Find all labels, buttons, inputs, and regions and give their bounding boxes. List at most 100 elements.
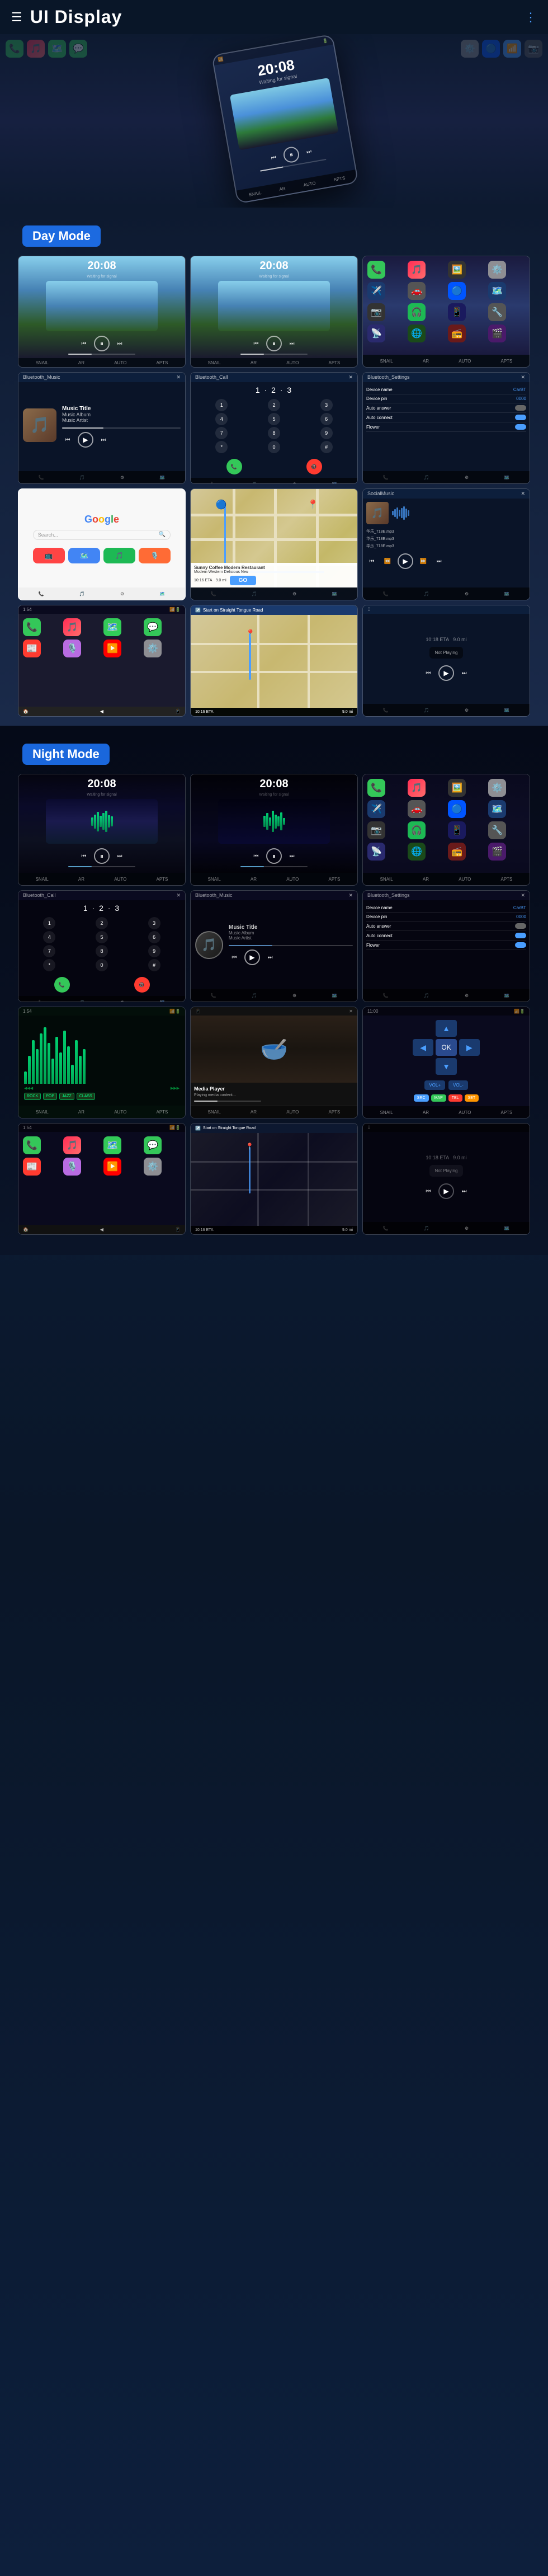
hamburger-icon[interactable]: ☰ [11, 10, 22, 25]
np-prev[interactable]: ⏮ [423, 667, 434, 679]
cp-maps[interactable]: 🗺️ [103, 618, 121, 636]
social-next[interactable]: ⏭ [433, 556, 445, 567]
dial-7[interactable]: 7 [215, 427, 228, 439]
arrow-up[interactable]: ▲ [436, 1020, 456, 1037]
green-btn-1[interactable]: ROCK [24, 1093, 41, 1100]
dial-hash[interactable]: # [320, 441, 333, 453]
play-pause-icon[interactable]: ⏸ [282, 145, 300, 163]
prev-btn-2[interactable]: ⏮ [251, 338, 262, 349]
next-btn-1[interactable]: ⏭ [114, 338, 125, 349]
nav-dots-icon[interactable]: ⋮ [525, 10, 537, 25]
night-dial-1[interactable]: 1 [43, 917, 55, 929]
app-cam[interactable]: 📷 [367, 303, 385, 321]
night-app-1[interactable]: 📱 [448, 821, 466, 839]
night-bt-play[interactable]: ▶ [244, 949, 260, 965]
auto-answer-toggle[interactable] [515, 405, 526, 411]
dial-8[interactable]: 8 [268, 427, 280, 439]
app-nav[interactable]: 🗺️ [488, 282, 506, 300]
green-btn-3[interactable]: JAZZ [59, 1093, 74, 1100]
call-accept-btn[interactable]: 📞 [226, 459, 242, 474]
cp-phone[interactable]: 📞 [23, 618, 41, 636]
night-app-music[interactable]: 🎵 [408, 779, 426, 797]
night-bt-prev[interactable]: ⏮ [229, 952, 240, 963]
app-phone[interactable]: 📞 [367, 261, 385, 279]
color-btn-red[interactable]: TEL [448, 1094, 462, 1102]
night-app-bt[interactable]: 🔵 [448, 800, 466, 818]
google-app-3[interactable]: 🎵 [103, 548, 135, 563]
night-dial-4[interactable]: 4 [43, 931, 55, 943]
night-dial-8[interactable]: 8 [96, 945, 108, 957]
color-btn-blue[interactable]: SRC [414, 1094, 429, 1102]
night-app-5[interactable]: 📻 [448, 843, 466, 861]
night-cp-podcast[interactable]: 🎙️ [63, 1158, 81, 1176]
social-file-2[interactable]: 华乐_718E.mp3 [366, 536, 526, 542]
bt-music-close[interactable]: ✕ [176, 374, 181, 380]
night-app-car[interactable]: 🚗 [408, 800, 426, 818]
arrow-right[interactable]: ▶ [459, 1039, 480, 1056]
app-music[interactable]: 🎵 [408, 261, 426, 279]
app-app5[interactable]: 📻 [448, 325, 466, 342]
night-app-settings[interactable]: ⚙️ [488, 779, 506, 797]
night-dial-5[interactable]: 5 [96, 931, 108, 943]
google-app-4[interactable]: 🎙️ [139, 548, 171, 563]
play-btn-1[interactable]: ⏸ [94, 336, 110, 351]
night-next-1[interactable]: ⏭ [114, 850, 125, 862]
night-np-play[interactable]: ▶ [438, 1183, 454, 1199]
arrow-ok[interactable]: OK [436, 1039, 456, 1056]
auto-answer-row[interactable]: Auto answer [366, 403, 526, 413]
flower-row[interactable]: Flower [366, 422, 526, 432]
dial-1[interactable]: 1 [215, 399, 228, 411]
flower-toggle[interactable] [515, 424, 526, 430]
arrow-down[interactable]: ▼ [436, 1058, 456, 1075]
night-next-2[interactable]: ⏭ [286, 850, 297, 862]
night-auto-connect-row[interactable]: Auto connect [366, 931, 526, 941]
night-app-cam[interactable]: 📷 [367, 821, 385, 839]
prev-btn-1[interactable]: ⏮ [78, 338, 89, 349]
dial-9[interactable]: 9 [320, 427, 333, 439]
np-next[interactable]: ⏭ [459, 667, 470, 679]
app-photos[interactable]: 🖼️ [448, 261, 466, 279]
app-app3[interactable]: 📡 [367, 325, 385, 342]
cp-settings[interactable]: ⚙️ [144, 640, 162, 657]
app-app4[interactable]: 🌐 [408, 325, 426, 342]
next-btn-2[interactable]: ⏭ [286, 338, 297, 349]
social-file-1[interactable]: 华乐_718E.mp3 [366, 529, 526, 534]
cp-youtube[interactable]: ▶️ [103, 640, 121, 657]
dial-6[interactable]: 6 [320, 413, 333, 425]
night-app-telegram[interactable]: ✈️ [367, 800, 385, 818]
night-app-spotify[interactable]: 🎧 [408, 821, 426, 839]
night-cp-messages[interactable]: 💬 [144, 1136, 162, 1154]
nav-snail[interactable]: SNAIL [248, 190, 262, 197]
app-app2[interactable]: 🔧 [488, 303, 506, 321]
nav-ar[interactable]: AR [279, 186, 286, 192]
dial-3[interactable]: 3 [320, 399, 333, 411]
night-call-accept[interactable]: 📞 [54, 977, 70, 993]
bt-next-btn[interactable]: ⏭ [98, 434, 109, 445]
night-app-3[interactable]: 📡 [367, 843, 385, 861]
next-icon[interactable]: ⏭ [303, 145, 315, 158]
night-cp-phone[interactable]: 📞 [23, 1136, 41, 1154]
dial-5[interactable]: 5 [268, 413, 280, 425]
dial-0[interactable]: 0 [268, 441, 280, 453]
prev-icon[interactable]: ⏮ [267, 152, 280, 164]
app-settings[interactable]: ⚙️ [488, 261, 506, 279]
night-app-2[interactable]: 🔧 [488, 821, 506, 839]
google-search-icon[interactable]: 🔍 [159, 532, 166, 538]
night-dial-2[interactable]: 2 [96, 917, 108, 929]
night-app-photos[interactable]: 🖼️ [448, 779, 466, 797]
np-play[interactable]: ▶ [438, 665, 454, 681]
auto-connect-toggle[interactable] [515, 415, 526, 420]
call-reject-btn[interactable]: 📵 [306, 459, 322, 474]
night-dial-hash[interactable]: # [148, 959, 160, 971]
night-play-2[interactable]: ⏸ [266, 848, 282, 864]
cp-podcast[interactable]: 🎙️ [63, 640, 81, 657]
auto-connect-row[interactable]: Auto connect [366, 413, 526, 422]
night-bt-music-close[interactable]: ✕ [348, 892, 353, 899]
night-auto-connect-toggle[interactable] [515, 933, 526, 938]
social-close[interactable]: ✕ [521, 491, 525, 497]
app-spotify[interactable]: 🎧 [408, 303, 426, 321]
dial-2[interactable]: 2 [268, 399, 280, 411]
extra-ctrl-2[interactable]: VOL- [448, 1080, 468, 1090]
extra-ctrl-1[interactable]: VOL+ [424, 1080, 445, 1090]
night-dial-star[interactable]: * [43, 959, 55, 971]
